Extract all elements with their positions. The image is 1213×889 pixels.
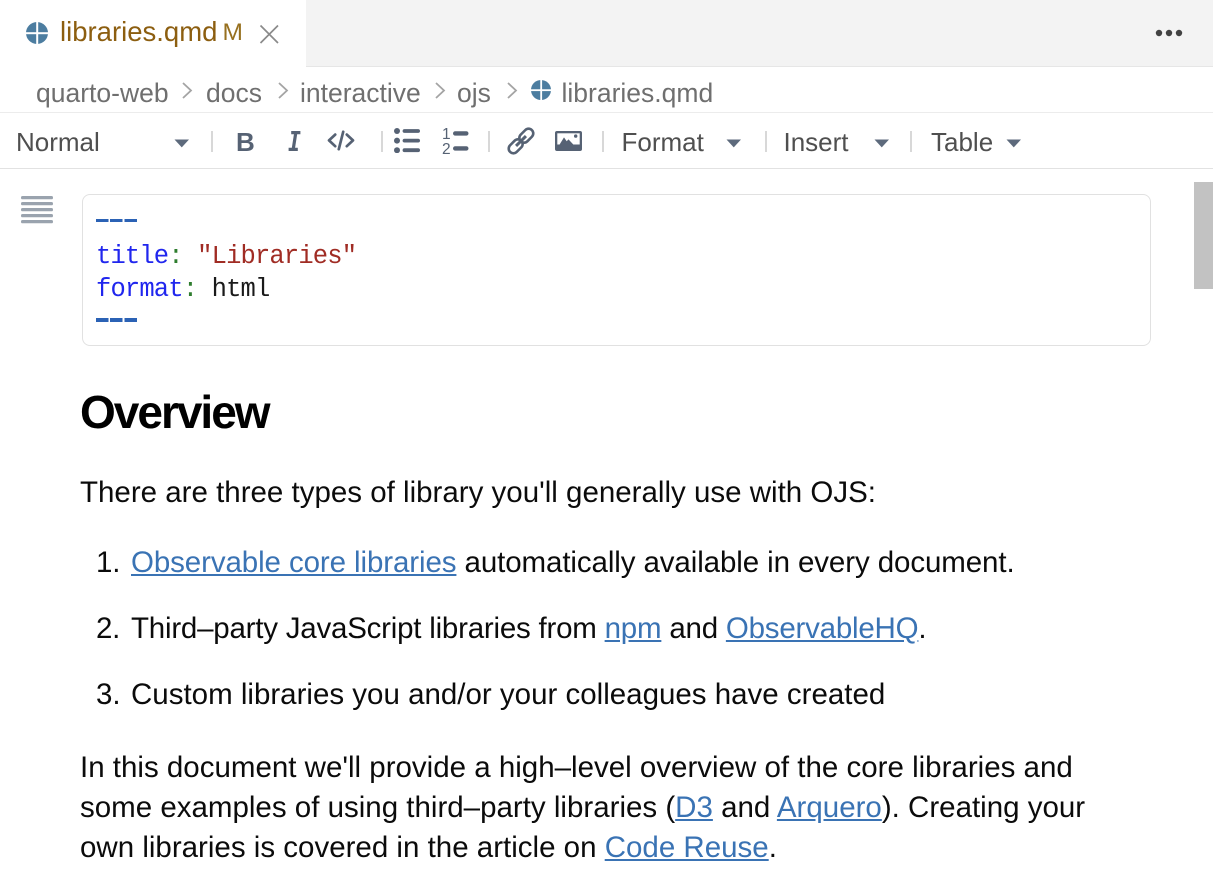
svg-text:2: 2 — [442, 141, 451, 155]
